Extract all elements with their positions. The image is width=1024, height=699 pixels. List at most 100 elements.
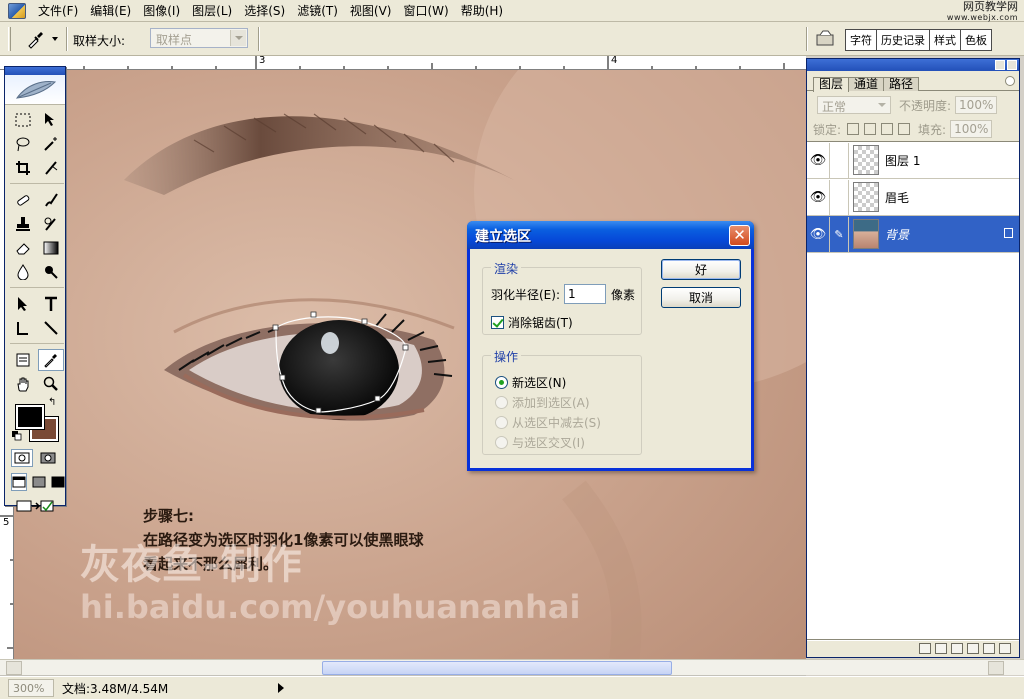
lock-all-icon[interactable] (898, 123, 911, 135)
full-screen-menu-button[interactable] (31, 473, 46, 491)
fill-input[interactable]: 100% (950, 120, 993, 138)
layer-row-selected[interactable]: 👁 ✎ 背景 (807, 216, 1019, 253)
layers-palette-titlebar[interactable] (807, 59, 1019, 71)
horizontal-scrollbar[interactable] (0, 659, 1024, 675)
adjustment-layer-icon[interactable] (967, 643, 979, 654)
eraser-tool[interactable] (10, 237, 36, 259)
menu-file[interactable]: 文件(F) (32, 1, 84, 21)
menu-image[interactable]: 图像(I) (137, 1, 186, 21)
antialias-checkbox[interactable] (491, 316, 504, 329)
notes-tool[interactable] (10, 349, 36, 371)
well-tab-character[interactable]: 字符 (846, 30, 877, 50)
layer-style-icon[interactable] (919, 643, 931, 654)
lasso-tool[interactable] (10, 133, 36, 155)
horizontal-ruler[interactable]: 3 4 (0, 56, 806, 70)
sample-size-select[interactable]: 取样点 (150, 28, 248, 48)
file-browser-icon[interactable] (815, 29, 835, 47)
intersect-selection-radio[interactable] (495, 436, 508, 449)
tab-paths[interactable]: 路径 (883, 77, 920, 91)
tab-channels[interactable]: 通道 (848, 77, 885, 91)
layer-row[interactable]: 👁 图层 1 (807, 142, 1019, 179)
layer-row[interactable]: 👁 眉毛 (807, 179, 1019, 216)
new-selection-radio[interactable] (495, 376, 508, 389)
foreground-color-swatch[interactable] (15, 404, 45, 430)
menu-select[interactable]: 选择(S) (238, 1, 291, 21)
options-separator (258, 27, 260, 51)
status-menu-arrow-icon[interactable] (278, 683, 284, 693)
toolbox-titlebar[interactable] (5, 67, 65, 75)
ok-button[interactable]: 好 (661, 259, 741, 280)
default-colors-icon[interactable] (12, 431, 22, 441)
tool-preset-picker[interactable] (26, 28, 62, 50)
scroll-thumb[interactable] (322, 661, 672, 675)
magic-wand-tool[interactable] (38, 133, 64, 155)
layer-link-slot[interactable] (829, 142, 849, 178)
line-tool[interactable] (38, 317, 64, 339)
blend-mode-select[interactable]: 正常 (817, 96, 891, 114)
menu-filter[interactable]: 滤镜(T) (291, 1, 344, 21)
dialog-titlebar[interactable]: 建立选区 ✕ (467, 221, 754, 249)
dodge-tool[interactable] (38, 261, 64, 283)
menu-help[interactable]: 帮助(H) (455, 1, 509, 21)
menu-layer[interactable]: 图层(L) (186, 1, 238, 21)
lock-pixels-icon[interactable] (864, 123, 877, 135)
slice-tool[interactable] (38, 157, 64, 179)
blur-tool[interactable] (10, 261, 36, 283)
eye-icon[interactable]: 👁 (807, 190, 829, 205)
zoom-level-field[interactable]: 300% (8, 679, 54, 697)
marquee-tool[interactable] (10, 109, 36, 131)
path-selection-tool[interactable] (10, 293, 36, 315)
move-tool[interactable] (38, 109, 64, 131)
opacity-input[interactable]: 100% (955, 96, 998, 114)
eye-icon[interactable]: 👁 (807, 153, 829, 168)
menu-view[interactable]: 视图(V) (344, 1, 398, 21)
dialog-close-button[interactable]: ✕ (729, 225, 750, 246)
jump-to-imageready-button[interactable] (11, 497, 59, 515)
minimize-icon[interactable] (995, 60, 1005, 70)
well-tab-history[interactable]: 历史记录 (877, 30, 930, 50)
gradient-tool[interactable] (38, 237, 64, 259)
lock-transparency-icon[interactable] (847, 123, 860, 135)
healing-brush-tool[interactable] (10, 189, 36, 211)
well-tab-swatches[interactable]: 色板 (961, 30, 991, 50)
trash-icon[interactable] (999, 643, 1011, 654)
eye-icon[interactable]: 👁 (807, 227, 829, 242)
brush-icon[interactable]: ✎ (829, 216, 849, 252)
scroll-right-arrow[interactable] (988, 661, 1004, 675)
magic-wand-icon (44, 137, 57, 151)
well-tab-styles[interactable]: 样式 (930, 30, 961, 50)
brush-tool[interactable] (38, 189, 64, 211)
adobe-feather-logo[interactable] (5, 75, 65, 105)
toolbox-palette: ↰ (4, 66, 66, 512)
menu-edit[interactable]: 编辑(E) (84, 1, 137, 21)
layer-link-slot[interactable] (829, 179, 849, 215)
quick-mask-button[interactable] (37, 449, 59, 467)
zoom-tool[interactable] (38, 373, 64, 395)
swap-colors-icon[interactable]: ↰ (48, 397, 56, 408)
feather-radius-input[interactable]: 1 (564, 284, 606, 304)
photoshop-app-icon[interactable] (8, 2, 26, 19)
crop-tool[interactable] (10, 157, 36, 179)
eyedropper-tool[interactable] (38, 349, 64, 371)
clone-stamp-tool[interactable] (10, 213, 36, 235)
options-grip[interactable] (8, 27, 11, 51)
tab-layers[interactable]: 图层 (813, 77, 850, 92)
standard-mode-button[interactable] (11, 449, 33, 467)
pen-tool[interactable] (10, 317, 36, 339)
cancel-button[interactable]: 取消 (661, 287, 741, 308)
new-layer-icon[interactable] (983, 643, 995, 654)
palette-menu-icon[interactable] (1005, 76, 1015, 86)
close-icon[interactable] (1007, 60, 1017, 70)
layer-mask-icon[interactable] (935, 643, 947, 654)
add-to-selection-radio[interactable] (495, 396, 508, 409)
subtract-from-selection-radio[interactable] (495, 416, 508, 429)
full-screen-button[interactable] (50, 473, 65, 491)
standard-screen-button[interactable] (11, 473, 27, 491)
scroll-left-arrow[interactable] (6, 661, 22, 675)
history-brush-tool[interactable] (38, 213, 64, 235)
lock-position-icon[interactable] (881, 123, 894, 135)
hand-tool[interactable] (10, 373, 36, 395)
type-tool[interactable] (38, 293, 64, 315)
new-group-icon[interactable] (951, 643, 963, 654)
menu-window[interactable]: 窗口(W) (397, 1, 454, 21)
